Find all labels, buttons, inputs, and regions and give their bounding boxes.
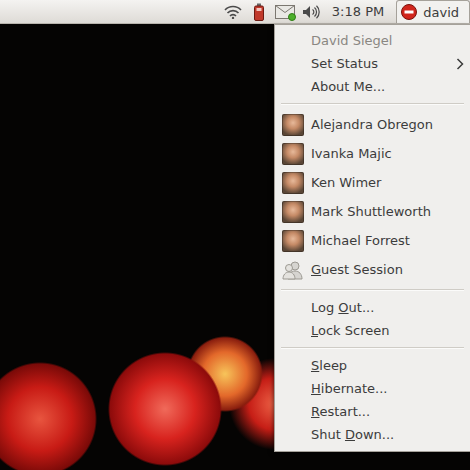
menu-item-label: Ivanka Majic [311,146,464,161]
menu-item-label: Set Status [311,56,449,71]
menu-separator [281,347,464,349]
menu-item-label: Ken Wimer [311,175,464,190]
top-panel: 3:18 PM david [0,0,470,24]
menu-item[interactable]: Log Out... [275,296,470,319]
menu-item-label: Mark Shuttleworth [311,204,464,219]
desktop-screen: 3:18 PM david David Siegel Set Status About … [0,0,470,470]
user-avatar [282,230,304,252]
network-icon[interactable] [222,1,244,23]
unread-dot [288,13,296,21]
menu-item-label: Hibernate... [311,381,464,396]
menu-separator [281,289,464,291]
user-avatar [282,172,304,194]
menu-item-label: Guest Session [311,262,464,277]
menu-item[interactable]: Set Status [275,52,470,75]
menu-item-label: Sleep [311,358,464,373]
menu-item[interactable]: Restart... [275,400,470,423]
menu-item-label: Shut Down... [311,427,464,442]
menu-header: David Siegel [275,29,470,52]
guest-icon [282,259,304,281]
user-item[interactable]: Ken Wimer [275,168,470,197]
menu-item[interactable]: About Me... [275,75,470,98]
menu-separator [281,103,464,105]
menu-item-label: Lock Screen [311,323,464,338]
submenu-arrow-icon [456,58,464,70]
wallpaper: David Siegel Set Status About Me... Alejand… [0,24,470,470]
user-item[interactable]: Mark Shuttleworth [275,197,470,226]
user-menu-button[interactable]: david [396,0,470,23]
user-item[interactable]: Ivanka Majic [275,139,470,168]
status-icon [401,4,417,20]
mail-icon[interactable] [274,1,296,23]
speaker-icon[interactable] [300,1,322,23]
menu-item-label: Michael Forrest [311,233,464,248]
user-name: david [423,5,459,20]
user-menu: David Siegel Set Status About Me... Alejand… [274,24,470,452]
battery-icon[interactable] [248,1,270,23]
menu-item-label: Log Out... [311,300,464,315]
menu-header-label: David Siegel [311,33,464,48]
menu-item-label: Restart... [311,404,464,419]
menu-item[interactable]: Guest Session [275,255,470,284]
menu-item[interactable]: Lock Screen [275,319,470,342]
user-avatar [282,143,304,165]
user-item[interactable]: Alejandra Obregon [275,110,470,139]
clock[interactable]: 3:18 PM [326,4,392,19]
menu-item[interactable]: Shut Down... [275,423,470,446]
menu-item[interactable]: Sleep [275,354,470,377]
user-item[interactable]: Michael Forrest [275,226,470,255]
user-avatar [282,201,304,223]
menu-item[interactable]: Hibernate... [275,377,470,400]
menu-item-label: Alejandra Obregon [311,117,464,132]
user-avatar [282,114,304,136]
menu-item-label: About Me... [311,79,464,94]
